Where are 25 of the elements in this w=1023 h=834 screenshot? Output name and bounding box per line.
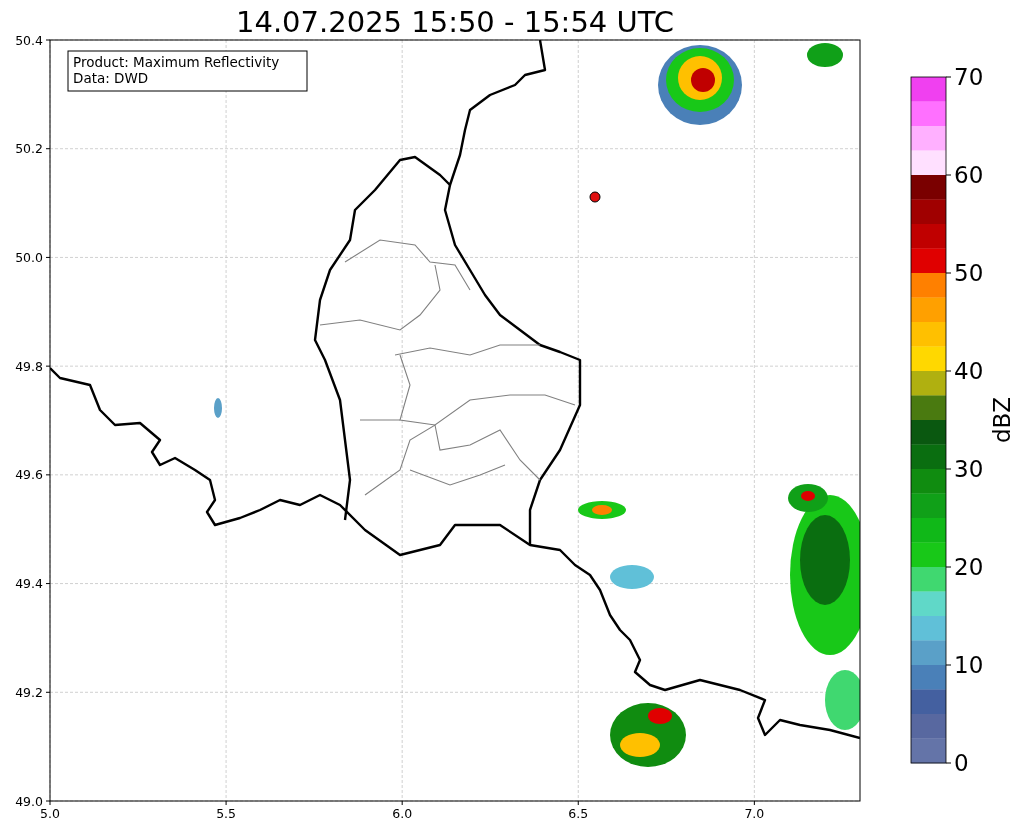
axis-tick-label: 49.8 bbox=[15, 358, 43, 374]
axis-tick-label: 6.5 bbox=[568, 806, 589, 821]
axis-tick-label: 49.0 bbox=[15, 793, 43, 809]
info-text: Product: Maximum Reflectivity bbox=[73, 54, 280, 70]
colorbar-label: dBZ bbox=[989, 396, 1015, 444]
colorbar-tick-label: 40 bbox=[954, 358, 984, 384]
chart-title: 14.07.2025 15:50 - 15:54 UTC bbox=[236, 5, 674, 39]
colorbar-tick-label: 0 bbox=[954, 750, 969, 776]
axis-tick-label: 49.2 bbox=[15, 684, 43, 700]
colorbar-tick-label: 20 bbox=[954, 554, 984, 580]
colorbar-tick-label: 70 bbox=[954, 64, 984, 90]
axis-tick-label: 5.0 bbox=[40, 806, 60, 821]
axis-tick-label: 50.4 bbox=[15, 32, 43, 48]
axis-tick-label: 6.0 bbox=[392, 806, 413, 821]
axis-tick-label: 49.6 bbox=[15, 467, 43, 483]
axis-tick-label: 50.0 bbox=[15, 249, 43, 265]
axis-tick-label: 5.5 bbox=[216, 806, 237, 821]
colorbar-tick-label: 60 bbox=[954, 162, 984, 188]
colorbar-tick-label: 30 bbox=[954, 456, 984, 482]
axis-tick-label: 7.0 bbox=[744, 806, 765, 821]
colorbar-tick-label: 50 bbox=[954, 260, 984, 286]
axis-tick-label: 50.2 bbox=[15, 141, 43, 157]
info-text: Data: DWD bbox=[73, 70, 149, 86]
axis-tick-label: 49.4 bbox=[15, 576, 43, 592]
colorbar-tick-label: 10 bbox=[954, 652, 984, 678]
